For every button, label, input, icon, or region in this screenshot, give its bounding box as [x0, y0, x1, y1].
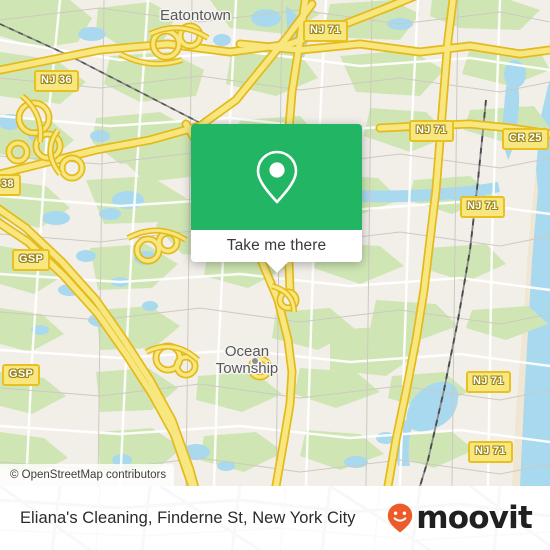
shield-gsp-south: GSP: [2, 364, 41, 386]
osm-attribution[interactable]: © OpenStreetMap contributors: [0, 464, 175, 486]
map-canvas[interactable]: Eatontown Ocean Township NJ 36 NJ 71 38 …: [0, 0, 550, 486]
shield-gsp-north: GSP: [12, 249, 51, 271]
footer-content: Eliana's Cleaning, Finderne St, New York…: [0, 486, 550, 550]
moovit-map-screenshot: Eatontown Ocean Township NJ 36 NJ 71 38 …: [0, 0, 550, 550]
popup-body: [191, 124, 362, 230]
shield-nj-71-d: NJ 71: [468, 441, 513, 463]
place-label-ocean-township: Ocean Township: [215, 343, 279, 377]
place-label-eatontown: Eatontown: [160, 7, 231, 24]
shield-nj-71-a: NJ 71: [409, 120, 454, 142]
location-title: Eliana's Cleaning, Finderne St, New York…: [20, 508, 356, 527]
shield-nj-71-b: NJ 71: [460, 196, 505, 218]
take-me-there-button[interactable]: Take me there: [227, 237, 327, 255]
popup-pointer-tail: [265, 262, 288, 273]
moovit-logo[interactable]: moovit: [387, 499, 533, 536]
moovit-wordmark: moovit: [416, 499, 533, 536]
shield-nj-71-c: NJ 71: [466, 371, 511, 393]
location-pin-icon: [256, 150, 297, 204]
place-marker-dot-ocean-township: [252, 358, 258, 364]
popup-footer[interactable]: Take me there: [191, 230, 362, 273]
shield-nj-36: NJ 36: [34, 70, 79, 92]
shield-nj-71-north: NJ 71: [303, 20, 348, 42]
shield-cr-38: 38: [0, 174, 21, 196]
location-popup-card[interactable]: Take me there: [191, 124, 362, 273]
shield-cr-25: CR 25: [502, 128, 549, 150]
moovit-smiley-pin-icon: [388, 503, 413, 533]
footer-bar: Eliana's Cleaning, Finderne St, New York…: [0, 486, 550, 550]
